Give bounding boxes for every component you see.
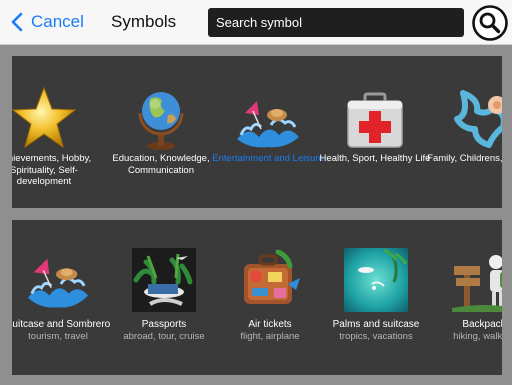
category-entertainment[interactable]: Entertainment and Leisure — [208, 56, 328, 165]
symbol-label: Palms and suitcase — [332, 319, 420, 330]
symbol-suitcase-sombrero[interactable]: Suitcase and Sombrero tourism, travel — [12, 220, 118, 343]
category-label: Family, Childrens, Friends — [427, 153, 502, 164]
category-label: Achievements, Hobby, Spirituality, Self-… — [12, 153, 92, 187]
category-family[interactable]: Family, Childrens, Friends — [422, 56, 502, 165]
symbol-tags: abroad, tour, cruise — [123, 330, 205, 342]
category-panel: Achievements, Hobby, Spirituality, Self-… — [12, 56, 502, 208]
symbol-air-tickets[interactable]: Air tickets flight, airplane — [210, 220, 330, 343]
page-title: Symbols — [111, 12, 177, 31]
search-icon[interactable] — [471, 4, 509, 42]
star-icon — [12, 86, 77, 149]
cancel-label: Cancel — [31, 12, 84, 31]
category-health[interactable]: Health, Sport, Healthy Life — [315, 56, 435, 165]
category-label: Health, Sport, Healthy Life — [319, 153, 431, 164]
symbol-tags: tourism, travel — [28, 330, 88, 342]
symbol-label: Air tickets — [248, 319, 292, 330]
first-aid-kit-icon — [347, 92, 403, 148]
symbol-list-panel: Suitcase and Sombrero tourism, travel Pa… — [12, 220, 502, 375]
category-achievements[interactable]: Achievements, Hobby, Spirituality, Self-… — [12, 56, 104, 188]
suitcase-sombrero-icon — [27, 258, 89, 308]
globe-icon — [138, 92, 184, 150]
category-label: Education, Knowledge, Communication — [112, 153, 210, 176]
symbol-label: Passports — [141, 319, 187, 330]
category-education[interactable]: Education, Knowledge, Communication — [101, 56, 221, 176]
category-label: Entertainment and Leisure — [212, 153, 324, 164]
passports-icon — [132, 248, 196, 312]
chevron-left-icon — [11, 12, 23, 32]
symbol-palms-suitcase[interactable]: Palms and suitcase tropics, vacations — [316, 220, 436, 343]
symbol-tags: hiking, walking — [453, 330, 502, 342]
cancel-button[interactable]: Cancel — [8, 10, 84, 34]
symbol-label: Suitcase and Sombrero — [12, 319, 111, 330]
search-input[interactable] — [208, 8, 464, 37]
air-tickets-icon — [244, 249, 300, 304]
palms-suitcase-icon — [344, 248, 408, 312]
symbol-label: Backpack — [462, 319, 502, 330]
backpack-icon — [452, 255, 502, 312]
water-splash-icon — [237, 101, 299, 148]
symbol-tags: tropics, vacations — [339, 330, 413, 342]
pacifier-icon — [454, 90, 502, 148]
symbol-tags: flight, airplane — [240, 330, 300, 342]
symbol-passports[interactable]: Passports abroad, tour, cruise — [104, 220, 224, 343]
navigation-bar: Cancel Symbols — [0, 0, 512, 45]
symbol-backpack[interactable]: Backpack hiking, walking — [424, 220, 502, 343]
